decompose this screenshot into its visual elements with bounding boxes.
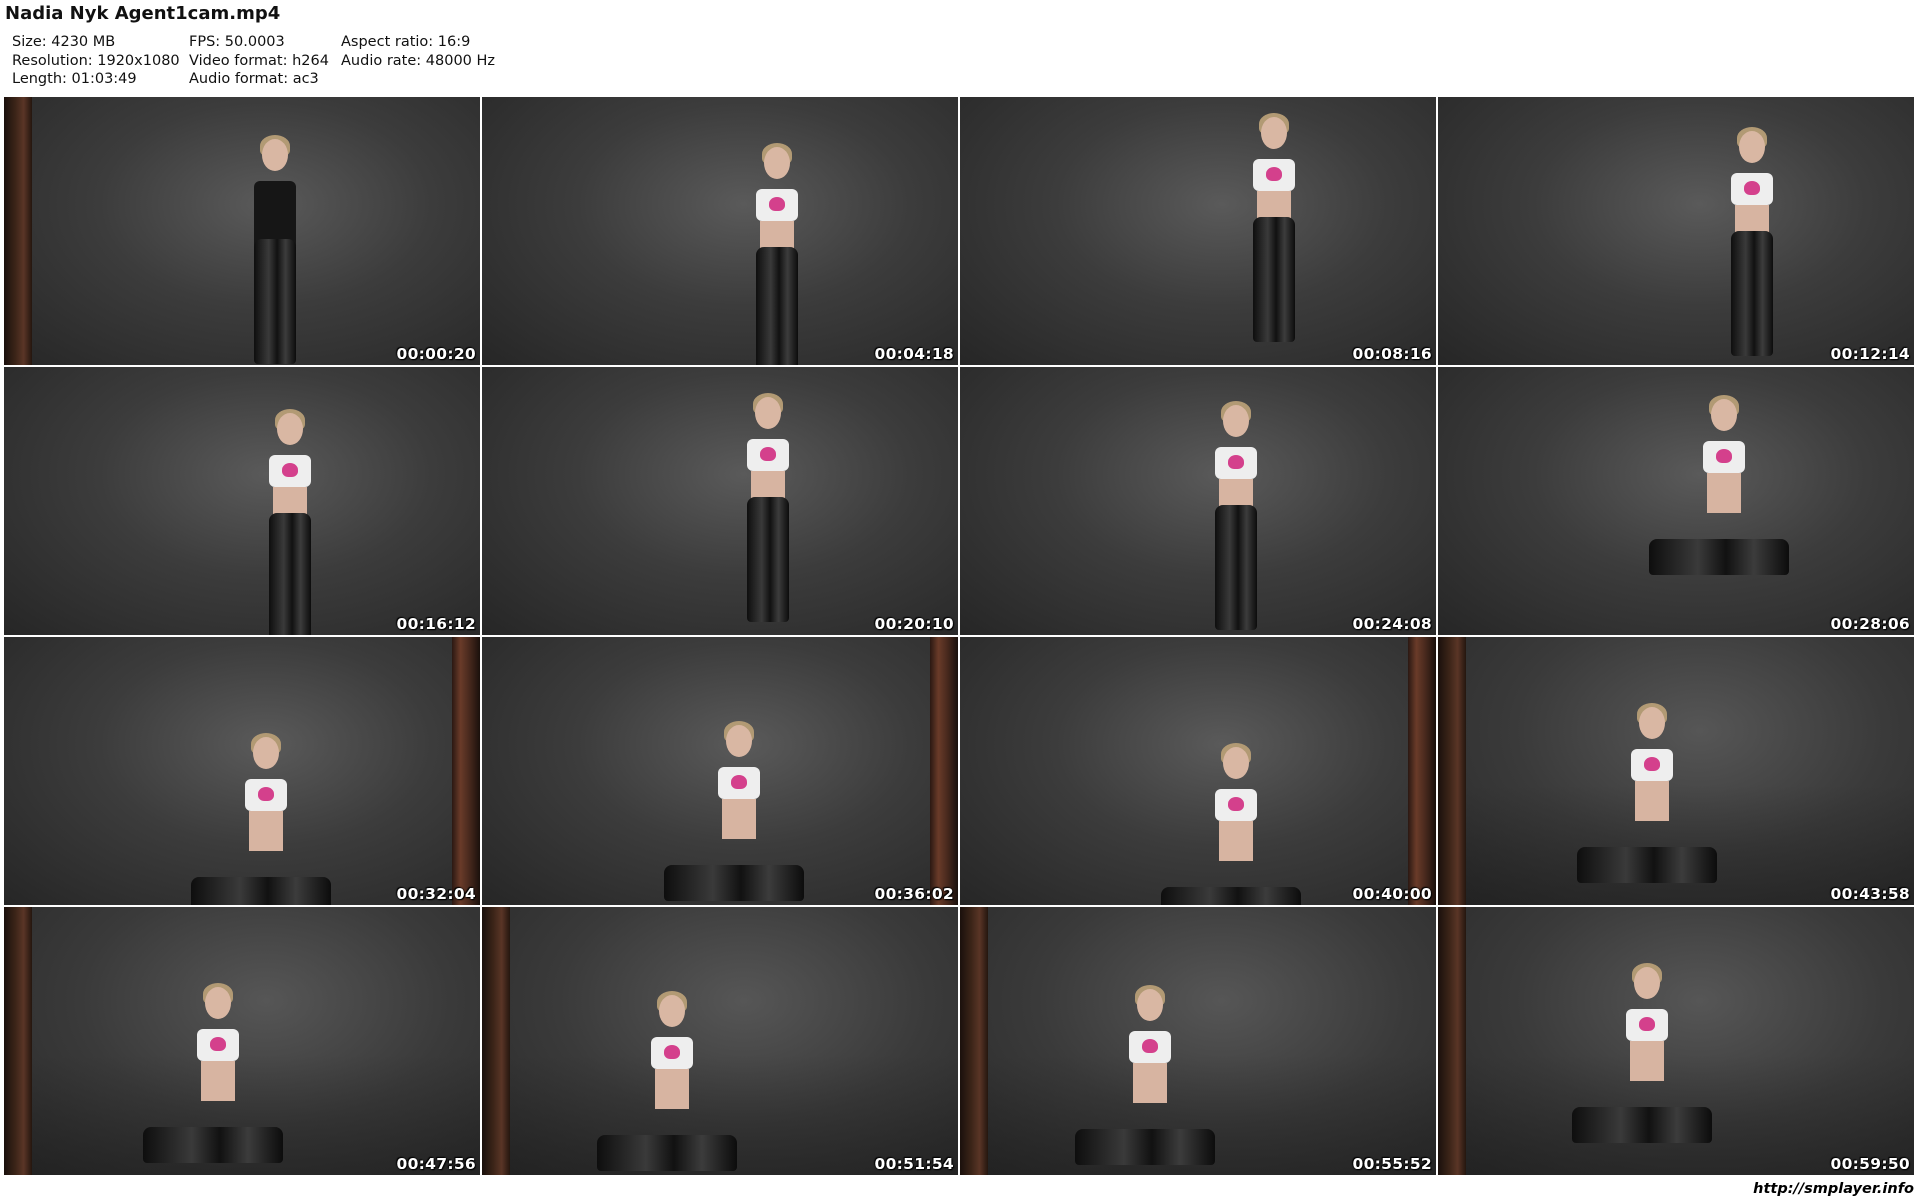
info-column-3: Aspect ratio: 16:9 Audio rate: 48000 Hz [341, 33, 495, 70]
length-info: Length: 01:03:49 [12, 71, 137, 87]
studio-stand [482, 907, 510, 1175]
figure-silhouette [143, 967, 284, 1175]
video-thumbnail[interactable]: 00:20:10 [482, 367, 958, 635]
thumbnail-timestamp: 00:32:04 [396, 885, 476, 903]
thumbnail-timestamp: 00:43:58 [1830, 885, 1910, 903]
fps-info: FPS: 50.0003 [189, 34, 285, 50]
studio-stand [930, 637, 958, 905]
video-thumbnail[interactable]: 00:43:58 [1438, 637, 1914, 905]
video-thumbnail[interactable]: 00:55:52 [960, 907, 1436, 1175]
video-thumbnail[interactable]: 00:16:12 [4, 367, 480, 635]
figure-silhouette [1707, 111, 1797, 356]
figure-silhouette [1161, 727, 1302, 905]
thumbnail-grid: 00:00:20 00:04:18 00:08:16 00:12:14 00:16:12… [4, 97, 1916, 1175]
studio-stand [4, 907, 32, 1175]
figure-silhouette [190, 717, 331, 905]
video-format-info: Video format: h264 [189, 52, 329, 69]
thumbnail-timestamp: 00:16:12 [396, 615, 476, 633]
video-thumbnail[interactable]: 00:08:16 [960, 97, 1436, 365]
info-column-1: Size: 4230 MB Resolution: 1920x1080 Leng… [12, 33, 180, 89]
thumbnail-timestamp: 00:28:06 [1830, 615, 1910, 633]
thumbnail-timestamp: 00:24:08 [1352, 615, 1432, 633]
thumbnail-timestamp: 00:40:00 [1352, 885, 1432, 903]
video-thumbnail[interactable]: 00:59:50 [1438, 907, 1914, 1175]
thumbnail-timestamp: 00:04:18 [874, 345, 954, 363]
thumbnail-timestamp: 00:20:10 [874, 615, 954, 633]
info-column-2: FPS: 50.0003 Video format: h264 Audio fo… [189, 33, 329, 89]
audio-rate-info: Audio rate: 48000 Hz [341, 52, 496, 69]
studio-stand [960, 907, 988, 1175]
figure-silhouette [1075, 969, 1216, 1175]
video-thumbnail[interactable]: 00:28:06 [1438, 367, 1914, 635]
studio-stand [452, 637, 480, 905]
figure-silhouette [723, 377, 813, 622]
video-thumbnail[interactable]: 00:00:20 [4, 97, 480, 365]
audio-format-info: Audio format: ac3 [189, 71, 319, 87]
thumbnail-timestamp: 00:55:52 [1352, 1155, 1432, 1173]
figure-silhouette [664, 705, 805, 905]
video-thumbnail[interactable]: 00:32:04 [4, 637, 480, 905]
figure-silhouette [732, 127, 822, 365]
studio-stand [1438, 907, 1466, 1175]
figure-silhouette [230, 119, 320, 364]
video-thumbnail[interactable]: 00:24:08 [960, 367, 1436, 635]
footer-url: http://smplayer.info [1753, 1181, 1914, 1197]
figure-silhouette [1648, 379, 1789, 619]
thumbnail-timestamp: 00:51:54 [874, 1155, 954, 1173]
figure-silhouette [1577, 687, 1718, 905]
video-thumbnail[interactable]: 00:47:56 [4, 907, 480, 1175]
studio-stand [1408, 637, 1436, 905]
video-thumbnail[interactable]: 00:12:14 [1438, 97, 1914, 365]
thumbnail-timestamp: 00:47:56 [396, 1155, 476, 1173]
figure-silhouette [1572, 947, 1713, 1175]
video-title: Nadia Nyk Agent1cam.mp4 [5, 3, 281, 24]
studio-stand [1438, 637, 1466, 905]
figure-silhouette [1229, 97, 1319, 342]
video-thumbnail[interactable]: 00:04:18 [482, 97, 958, 365]
figure-silhouette [245, 393, 335, 635]
thumbnail-timestamp: 00:12:14 [1830, 345, 1910, 363]
figure-silhouette [597, 975, 738, 1175]
resolution-info: Resolution: 1920x1080 [12, 52, 180, 69]
thumbnail-timestamp: 00:00:20 [396, 345, 476, 363]
video-thumbnail[interactable]: 00:51:54 [482, 907, 958, 1175]
thumbnail-timestamp: 00:08:16 [1352, 345, 1432, 363]
video-thumbnail[interactable]: 00:36:02 [482, 637, 958, 905]
aspect-ratio-info: Aspect ratio: 16:9 [341, 34, 471, 50]
video-thumbnail[interactable]: 00:40:00 [960, 637, 1436, 905]
thumbnail-timestamp: 00:36:02 [874, 885, 954, 903]
thumbnail-timestamp: 00:59:50 [1830, 1155, 1910, 1173]
studio-stand [4, 97, 32, 365]
size-info: Size: 4230 MB [12, 34, 116, 50]
figure-silhouette [1191, 385, 1281, 630]
